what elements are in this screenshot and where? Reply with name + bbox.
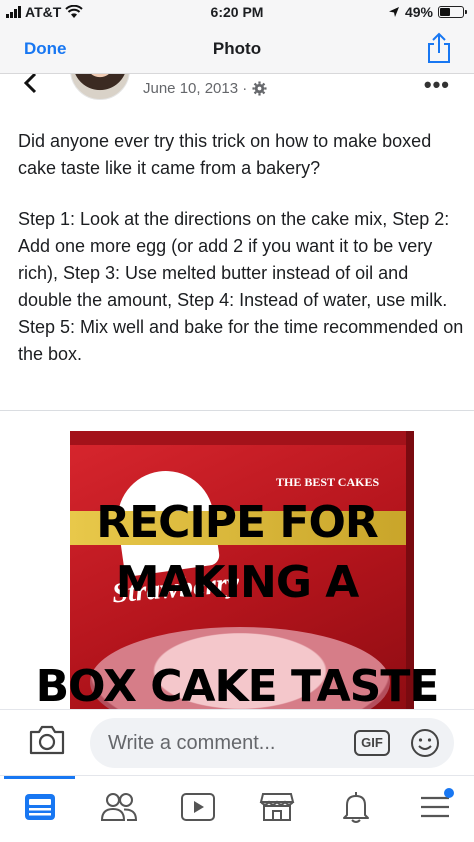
privacy-gear-icon bbox=[252, 81, 267, 96]
post-header: June 10, 2013 · ••• bbox=[0, 74, 474, 114]
post-intro: Did anyone ever try this trick on how to… bbox=[18, 131, 432, 178]
battery-percent: 49% bbox=[404, 4, 433, 20]
menu-badge-dot bbox=[444, 788, 454, 798]
marketplace-icon bbox=[259, 793, 294, 821]
tab-watch[interactable] bbox=[158, 776, 237, 842]
location-arrow-icon bbox=[388, 7, 399, 17]
comment-bar: Write a comment... GIF bbox=[0, 709, 474, 775]
notifications-bell-icon bbox=[342, 792, 369, 823]
overlay-line-3: BOX CAKE TASTE bbox=[35, 661, 440, 709]
page-title: Photo bbox=[212, 39, 262, 58]
overlay-line-2: MAKING A bbox=[115, 557, 360, 608]
author-avatar[interactable] bbox=[70, 74, 130, 100]
tab-marketplace[interactable] bbox=[237, 776, 316, 842]
post-meta: June 10, 2013 · bbox=[143, 80, 267, 97]
overlay-line-1: RECIPE FOR bbox=[96, 497, 379, 548]
photo-nav-bar: Done Photo bbox=[0, 24, 474, 74]
tab-notifications[interactable] bbox=[316, 776, 395, 842]
post-steps: Step 1: Look at the directions on the ca… bbox=[18, 209, 464, 364]
back-chevron-icon[interactable] bbox=[22, 74, 38, 94]
status-right-group: 49% bbox=[388, 4, 467, 20]
camera-icon[interactable] bbox=[28, 724, 66, 756]
battery-icon bbox=[438, 6, 467, 18]
post-date: June 10, 2013 · bbox=[143, 80, 248, 97]
box-tagline: THE BEST CAKES bbox=[276, 475, 380, 489]
comment-placeholder: Write a comment... bbox=[108, 732, 276, 754]
post-body: Did anyone ever try this trick on how to… bbox=[18, 128, 464, 368]
battery-fill bbox=[440, 8, 451, 16]
comment-input[interactable]: Write a comment... GIF bbox=[90, 718, 454, 768]
friends-icon bbox=[100, 793, 137, 821]
status-bar: AT&T 6:20 PM 49% bbox=[0, 0, 474, 24]
watch-icon bbox=[180, 793, 215, 821]
post-photo[interactable]: THE BEST CAKES Strawberry RECIPE FOR MAK… bbox=[0, 411, 474, 709]
emoji-icon[interactable] bbox=[410, 728, 440, 758]
tab-friends[interactable] bbox=[79, 776, 158, 842]
gif-button[interactable]: GIF bbox=[354, 730, 390, 756]
tab-news-feed[interactable] bbox=[0, 776, 79, 842]
tab-menu[interactable] bbox=[395, 776, 474, 842]
news-feed-icon bbox=[24, 794, 55, 820]
more-options-icon[interactable]: ••• bbox=[424, 74, 450, 98]
share-icon[interactable] bbox=[426, 32, 452, 64]
bottom-tab-bar bbox=[0, 775, 474, 842]
